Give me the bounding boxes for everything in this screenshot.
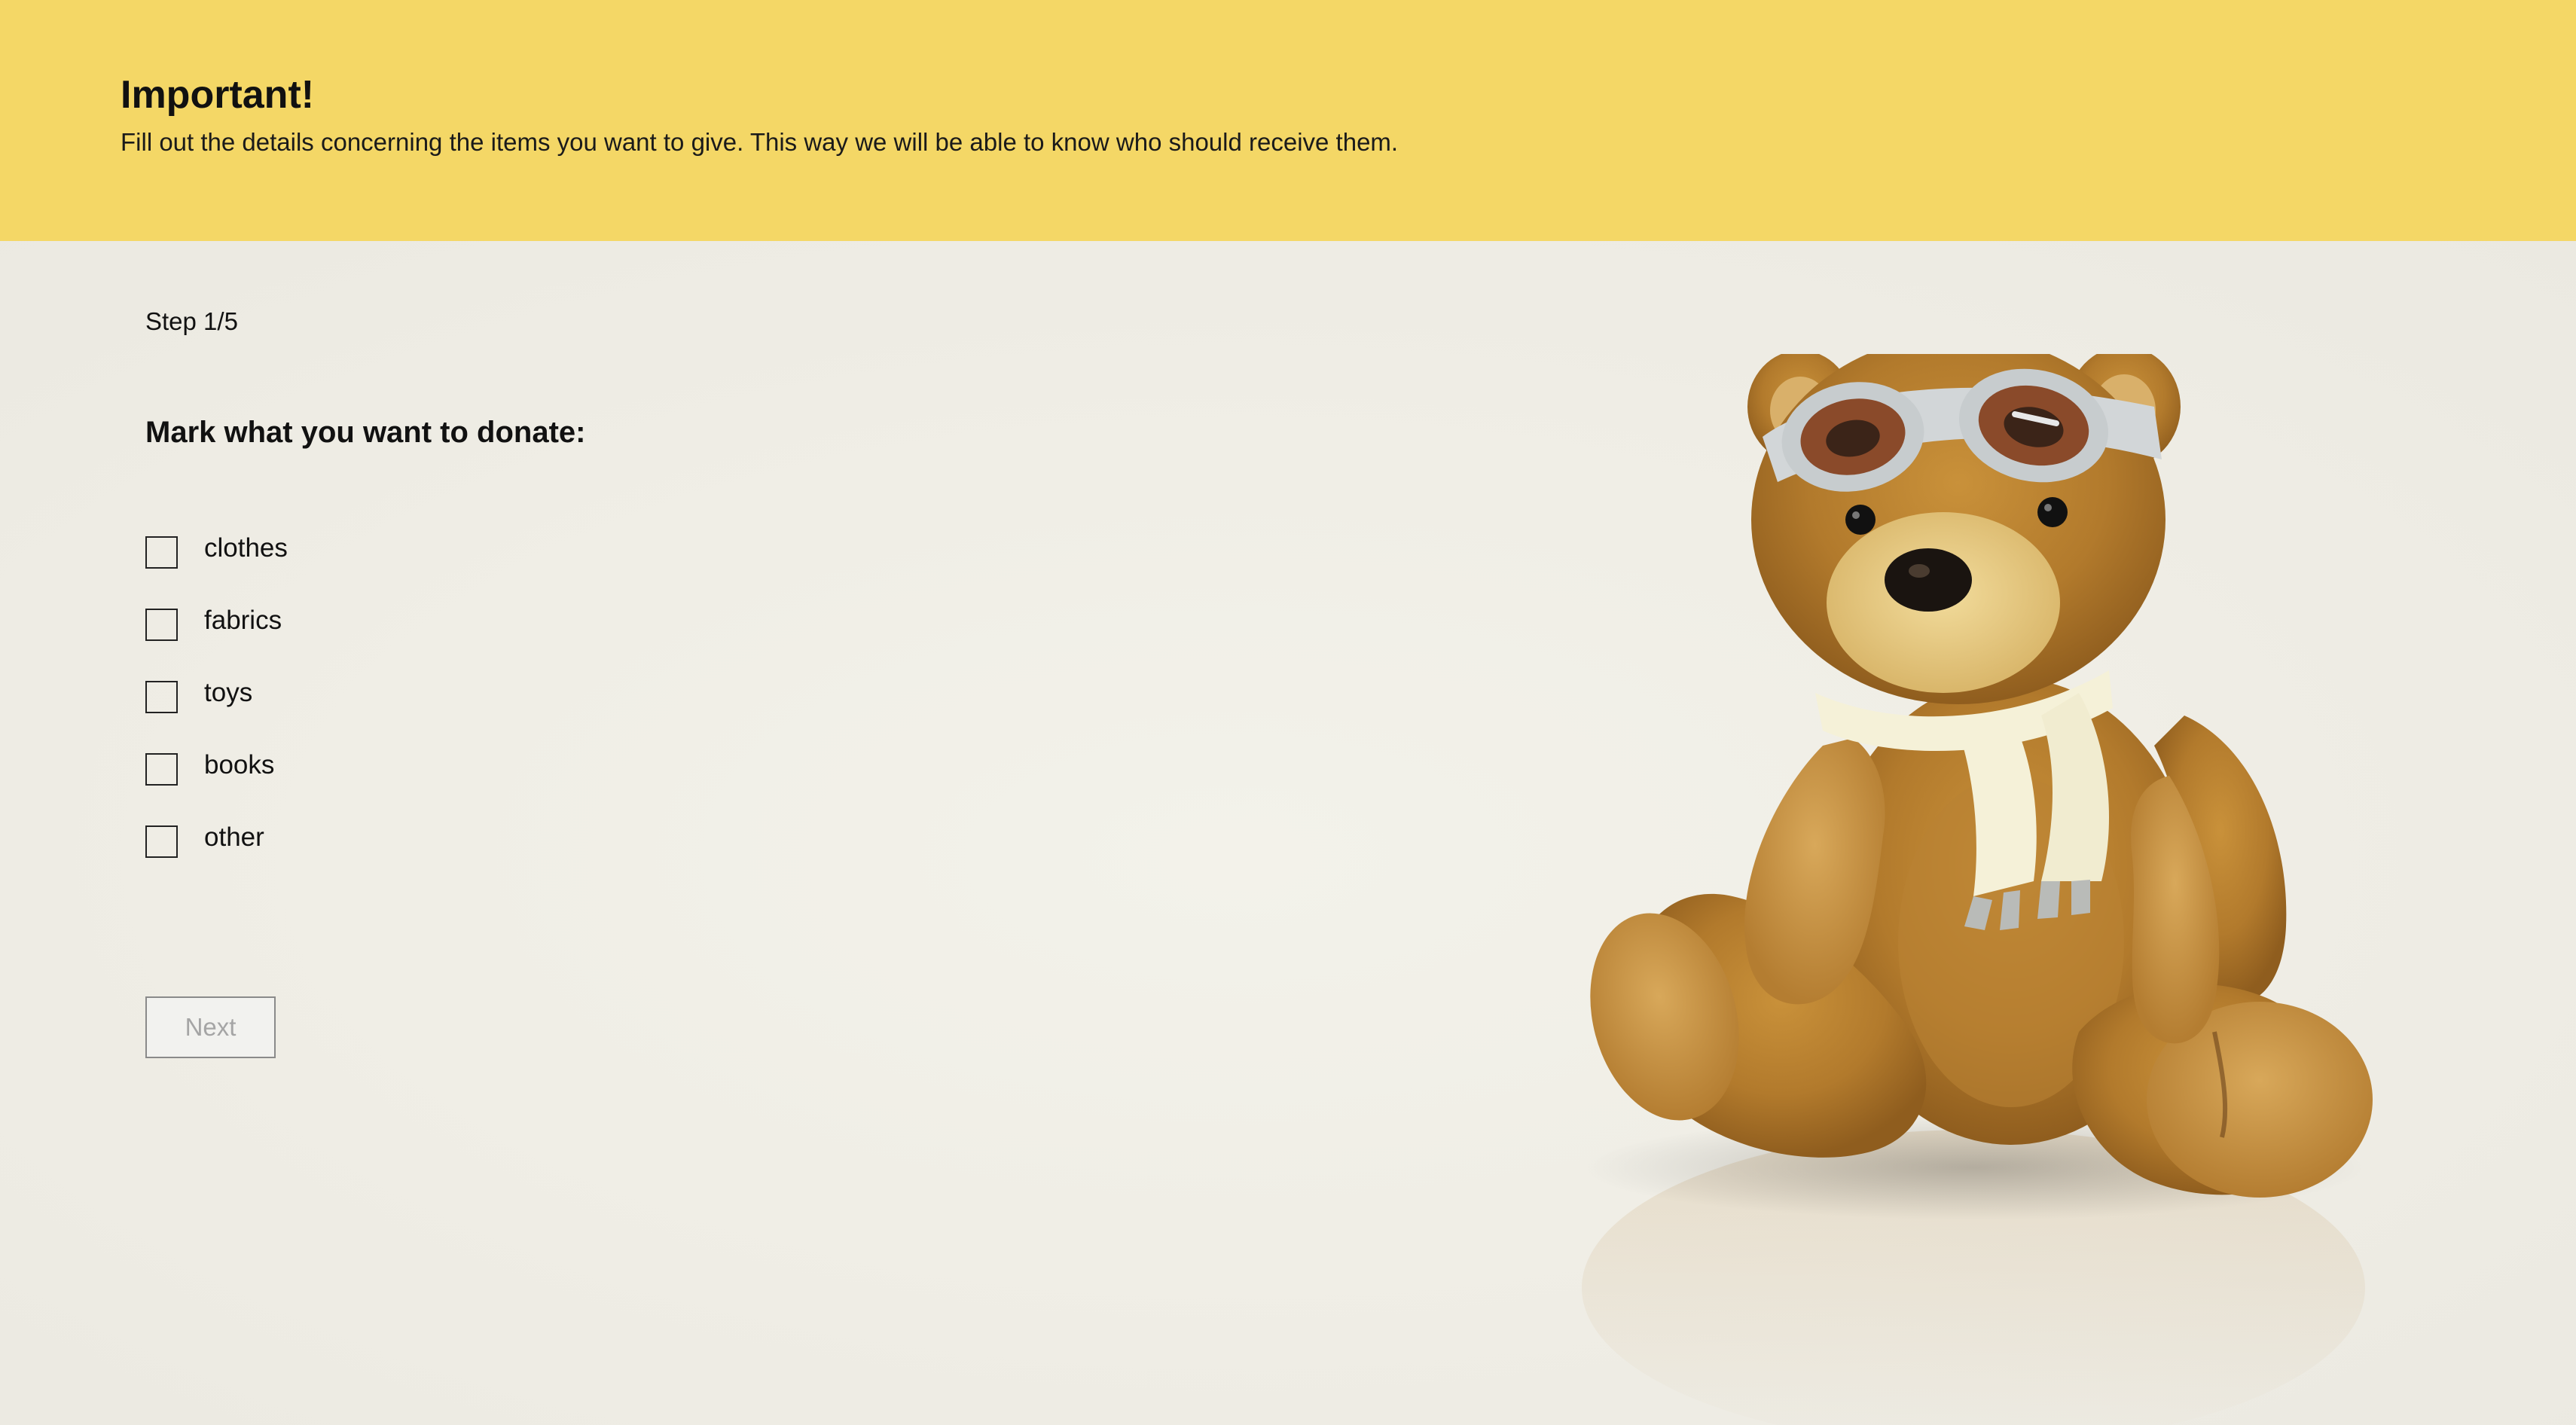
option-label: other	[204, 822, 264, 852]
toys-checkbox[interactable]	[145, 680, 178, 713]
option-fabrics[interactable]: fabrics	[145, 584, 288, 657]
option-label: books	[204, 750, 275, 780]
teddy-bear-illustration	[1582, 354, 2373, 1425]
option-label: toys	[204, 678, 253, 707]
donation-question: Mark what you want to donate:	[145, 416, 586, 449]
other-checkbox[interactable]	[145, 825, 178, 858]
books-checkbox[interactable]	[145, 752, 178, 786]
fabrics-checkbox[interactable]	[145, 608, 178, 641]
banner-text: Fill out the details concerning the item…	[121, 128, 1399, 156]
donation-options: clothes fabrics toys books other	[145, 512, 288, 874]
banner-title: Important!	[121, 73, 315, 117]
step-indicator: Step 1/5	[145, 307, 238, 335]
option-label: clothes	[204, 533, 288, 563]
option-label: fabrics	[204, 606, 282, 635]
option-toys[interactable]: toys	[145, 657, 288, 729]
option-other[interactable]: other	[145, 801, 288, 874]
next-button[interactable]: Next	[145, 996, 276, 1058]
option-books[interactable]: books	[145, 729, 288, 801]
teddy-bear-image	[1552, 354, 2440, 1425]
info-banner: Important! Fill out the details concerni…	[0, 0, 2576, 241]
option-clothes[interactable]: clothes	[145, 512, 288, 584]
clothes-checkbox[interactable]	[145, 536, 178, 569]
